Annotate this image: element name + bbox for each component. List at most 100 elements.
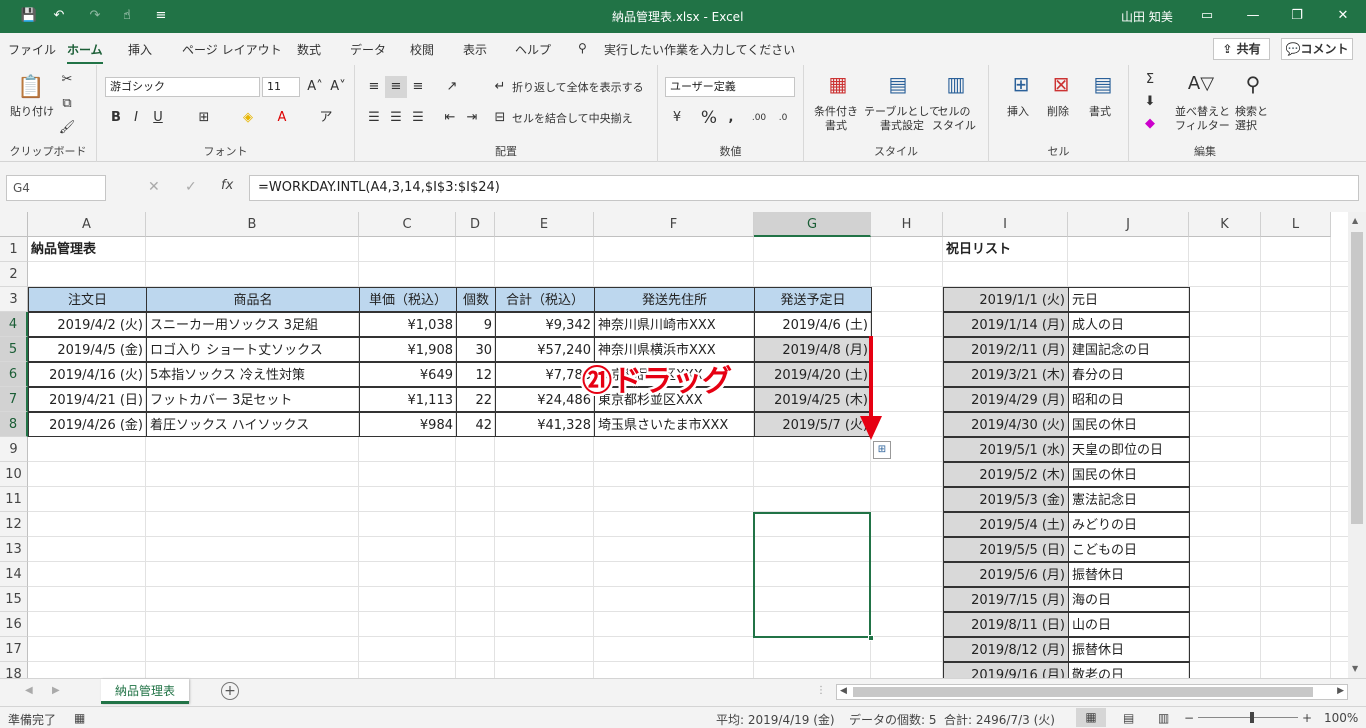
- tab-data[interactable]: データ: [350, 41, 386, 58]
- holiday-name[interactable]: 天皇の即位の日: [1068, 437, 1190, 462]
- phonetic-icon[interactable]: ア: [315, 107, 337, 129]
- holiday-date[interactable]: 2019/5/4 (土): [943, 512, 1069, 537]
- touch-mode-icon[interactable]: ☝: [118, 7, 136, 25]
- holiday-date[interactable]: 2019/8/11 (日): [943, 612, 1069, 637]
- increase-indent-icon[interactable]: ⇥: [461, 107, 483, 129]
- format-table-icon[interactable]: ▤: [884, 73, 912, 101]
- fill-icon[interactable]: ⬇: [1139, 91, 1161, 113]
- row-header-13[interactable]: 13: [0, 537, 28, 562]
- normal-view-icon[interactable]: ▦: [1076, 708, 1106, 727]
- percent-icon[interactable]: %: [698, 107, 720, 129]
- holiday-date[interactable]: 2019/1/14 (月): [943, 312, 1069, 337]
- table-cell[interactable]: 2019/4/26 (金): [28, 412, 147, 437]
- column-header-f[interactable]: F: [594, 212, 754, 237]
- copy-icon[interactable]: ⧉: [56, 93, 78, 115]
- insert-function-icon[interactable]: fx: [221, 178, 233, 193]
- table-cell[interactable]: 埼玉県さいたま市XXX: [594, 412, 755, 437]
- fill-handle[interactable]: [868, 635, 874, 641]
- next-sheet-icon[interactable]: ▶: [52, 685, 60, 696]
- conditional-format-button[interactable]: 条件付き 書式: [814, 105, 858, 133]
- tab-review[interactable]: 校閲: [410, 41, 434, 58]
- close-icon[interactable]: ✕: [1334, 7, 1352, 25]
- user-name[interactable]: 山田 知美: [1121, 8, 1173, 25]
- table-header[interactable]: 個数: [456, 287, 496, 312]
- holiday-name[interactable]: 国民の休日: [1068, 462, 1190, 487]
- holiday-name[interactable]: 春分の日: [1068, 362, 1190, 387]
- cancel-icon[interactable]: ✕: [148, 179, 160, 195]
- prev-sheet-icon[interactable]: ◀: [25, 685, 33, 696]
- customize-qat-icon[interactable]: ≡: [152, 7, 170, 25]
- holiday-date[interactable]: 2019/4/29 (月): [943, 387, 1069, 412]
- bold-icon[interactable]: B: [105, 107, 127, 129]
- conditional-format-icon[interactable]: ▦: [824, 73, 852, 101]
- table-cell[interactable]: ¥1,038: [359, 312, 457, 337]
- worksheet-grid[interactable]: ABCDEFGHIJKL 1 2 3 4 5 6 7 8 9 10 11 12 13 14 15 16 17 18…: [0, 212, 1348, 678]
- column-header-l[interactable]: L: [1261, 212, 1331, 237]
- holiday-date[interactable]: 2019/7/15 (月): [943, 587, 1069, 612]
- holiday-date[interactable]: 2019/4/30 (火): [943, 412, 1069, 437]
- undo-icon[interactable]: ↶: [50, 7, 68, 25]
- holiday-name[interactable]: 敬老の日: [1068, 662, 1190, 678]
- tell-me-search[interactable]: 実行したい作業を入力してください: [604, 41, 795, 58]
- table-cell[interactable]: 42: [456, 412, 496, 437]
- font-color-icon[interactable]: A: [271, 107, 293, 129]
- row-header-14[interactable]: 14: [0, 562, 28, 587]
- decrease-indent-icon[interactable]: ⇤: [439, 107, 461, 129]
- add-sheet-icon[interactable]: +: [221, 682, 239, 700]
- select-all-corner[interactable]: [0, 212, 28, 237]
- table-cell[interactable]: ¥57,240: [495, 337, 595, 362]
- holiday-date[interactable]: 2019/5/2 (木): [943, 462, 1069, 487]
- table-cell[interactable]: 2019/4/8 (月): [754, 337, 872, 362]
- wrap-text-button[interactable]: 折り返して全体を表示する: [512, 81, 644, 95]
- increase-decimal-icon[interactable]: .00: [748, 107, 770, 129]
- holiday-name[interactable]: 元日: [1068, 287, 1190, 312]
- tab-view[interactable]: 表示: [463, 41, 487, 58]
- restore-icon[interactable]: ❐: [1288, 7, 1306, 25]
- merge-center-button[interactable]: セルを結合して中央揃え: [512, 112, 633, 126]
- redo-icon[interactable]: ↷: [86, 7, 104, 25]
- tab-page-layout[interactable]: ページ レイアウト: [182, 41, 282, 58]
- sort-filter-icon[interactable]: A▽: [1187, 73, 1215, 101]
- tab-formulas[interactable]: 数式: [297, 41, 321, 58]
- column-header-i[interactable]: I: [943, 212, 1068, 237]
- zoom-out-icon[interactable]: −: [1184, 711, 1194, 725]
- status-count[interactable]: データの個数: 5: [849, 711, 937, 728]
- holiday-name[interactable]: みどりの日: [1068, 512, 1190, 537]
- macro-record-icon[interactable]: ▦: [74, 711, 85, 725]
- table-cell[interactable]: スニーカー用ソックス 3足組: [146, 312, 360, 337]
- table-header[interactable]: 発送先住所: [594, 287, 755, 312]
- holiday-date[interactable]: 2019/5/6 (月): [943, 562, 1069, 587]
- holiday-name[interactable]: 振替休日: [1068, 562, 1190, 587]
- font-size-dropdown[interactable]: 11: [262, 77, 300, 97]
- minimize-icon[interactable]: —: [1244, 7, 1262, 25]
- increase-font-icon[interactable]: A˄: [304, 76, 326, 98]
- align-bottom-icon[interactable]: ≡: [407, 76, 429, 98]
- holiday-name[interactable]: 憲法記念日: [1068, 487, 1190, 512]
- table-cell[interactable]: 30: [456, 337, 496, 362]
- table-cell[interactable]: ¥24,486: [495, 387, 595, 412]
- holiday-date[interactable]: 2019/5/1 (水): [943, 437, 1069, 462]
- row-header-16[interactable]: 16: [0, 612, 28, 637]
- table-cell[interactable]: 12: [456, 362, 496, 387]
- tab-home[interactable]: ホーム: [67, 41, 103, 64]
- holiday-name[interactable]: 建国記念の日: [1068, 337, 1190, 362]
- decrease-font-icon[interactable]: A˅: [327, 76, 349, 98]
- row-header-1[interactable]: 1: [0, 237, 28, 262]
- cell-styles-icon[interactable]: ▥: [942, 73, 970, 101]
- table-cell[interactable]: 9: [456, 312, 496, 337]
- table-cell[interactable]: 神奈川県横浜市XXX: [594, 337, 755, 362]
- decrease-decimal-icon[interactable]: .0: [772, 107, 794, 129]
- save-icon[interactable]: 💾: [20, 7, 38, 25]
- font-name-dropdown[interactable]: 游ゴシック: [105, 77, 260, 97]
- column-header-g[interactable]: G: [754, 212, 871, 237]
- column-header-k[interactable]: K: [1189, 212, 1261, 237]
- row-header-18[interactable]: 18: [0, 662, 28, 678]
- row-header-8[interactable]: 8: [0, 412, 28, 437]
- holiday-date[interactable]: 2019/2/11 (月): [943, 337, 1069, 362]
- table-cell[interactable]: ¥649: [359, 362, 457, 387]
- delete-cells-button[interactable]: 削除: [1047, 105, 1069, 119]
- row-header-4[interactable]: 4: [0, 312, 28, 337]
- table-cell[interactable]: 2019/5/7 (火): [754, 412, 872, 437]
- align-left-icon[interactable]: ☰: [363, 107, 385, 129]
- tab-insert[interactable]: 挿入: [128, 41, 152, 58]
